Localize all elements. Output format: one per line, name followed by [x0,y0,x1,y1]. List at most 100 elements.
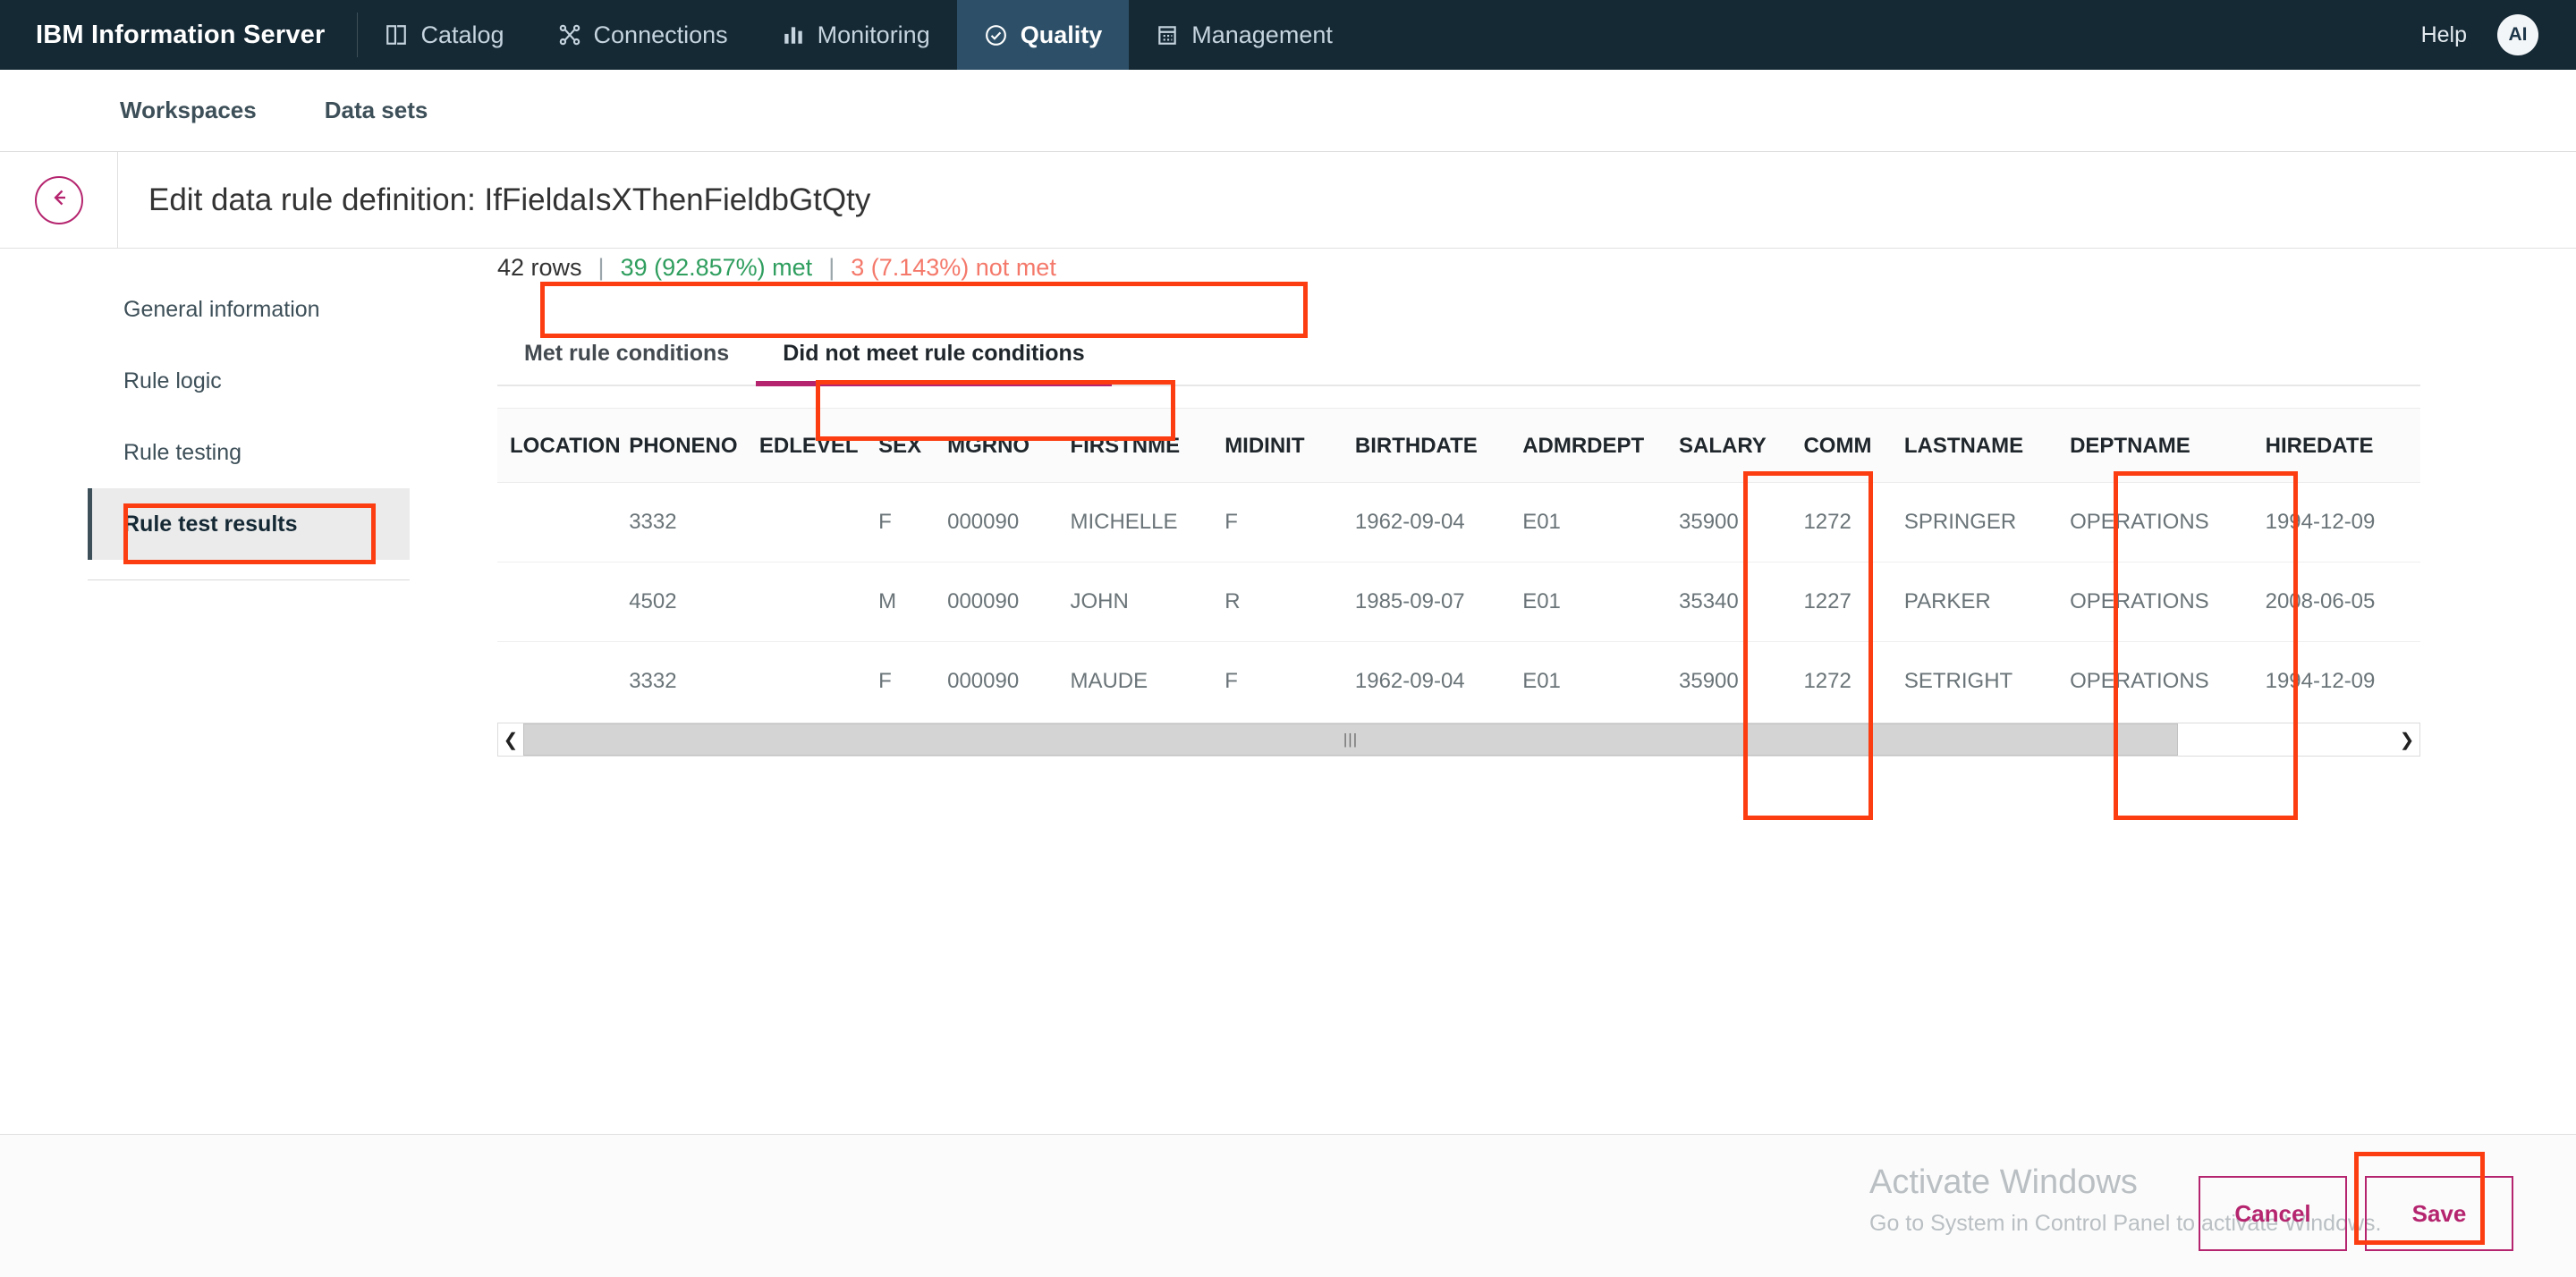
table-header-row: LOCATION PHONENO EDLEVEL SEX MGRNO FIRST… [497,409,2420,483]
column-header-deptname[interactable]: DEPTNAME [2057,409,2253,483]
column-header-comm[interactable]: COMM [1791,409,1892,483]
column-header-edlevel[interactable]: EDLEVEL [746,409,867,483]
cancel-button[interactable]: Cancel [2199,1176,2347,1251]
column-header-mgrno[interactable]: MGRNO [935,409,1058,483]
table-row[interactable]: 4502 M 000090 JOHN R 1985-09-07 E01 3534… [497,562,2420,642]
column-header-phoneno[interactable]: PHONENO [616,409,747,483]
cell-midinit: F [1212,482,1343,562]
cell-birthdate: 1962-09-04 [1354,669,1465,693]
cell-location [497,482,617,562]
table-row[interactable]: 3332 F 000090 MICHELLE F 1962-09-04 E01 … [497,482,2420,562]
cell-midinit: R [1212,562,1343,642]
results-summary: 42 rows | 39 (92.857%) met | 3 (7.143%) … [497,249,1056,282]
cell-firstnme: MICHELLE [1057,482,1213,562]
cell-phoneno: 3332 [629,669,677,693]
cell-mgrno: 000090 [947,669,1020,693]
nav-item-management[interactable]: Management [1129,0,1360,70]
cell-lastname: SETRIGHT [1903,669,2013,693]
summary-separator: | [828,254,835,281]
page-title-bar: Edit data rule definition: IfFieldaIsXTh… [0,152,2576,249]
horizontal-scrollbar[interactable]: ❮ ||| ❯ [497,723,2420,757]
cell-hiredate: 1994-12-09 [2265,669,2376,693]
sidebar-item-rule-test-results[interactable]: Rule test results [88,488,410,560]
column-header-salary[interactable]: SALARY [1666,409,1792,483]
back-button[interactable] [34,175,83,224]
column-header-location[interactable]: LOCATION [497,409,621,483]
nav-item-label: Quality [1020,21,1103,48]
subnav-item-workspaces[interactable]: Workspaces [120,97,257,124]
cell-firstnme: JOHN [1057,562,1213,642]
chevron-left-icon[interactable]: ❮ [498,723,523,756]
nav-item-connections[interactable]: Connections [531,0,755,70]
column-header-lastname[interactable]: LASTNAME [1891,409,2058,483]
cell-sex: F [866,482,936,562]
column-header-firstnme[interactable]: FIRSTNME [1057,409,1213,483]
help-link[interactable]: Help [2391,0,2497,70]
summary-separator: | [597,254,605,281]
nav-item-label: Monitoring [817,21,930,48]
cell-sex: F [878,669,892,693]
cell-edlevel [747,642,866,722]
nav-item-catalog[interactable]: Catalog [358,0,530,70]
cell-lastname: SPRINGER [1891,482,2058,562]
cell-phoneno: 4502 [616,562,747,642]
scrollbar-grip: ||| [1343,731,1359,748]
met-count: 39 (92.857%) met [620,254,813,281]
nav-item-monitoring[interactable]: Monitoring [755,0,957,70]
bar-chart-icon [782,23,805,47]
footer-bar: Activate Windows Go to System in Control… [0,1134,2576,1277]
cell-location [497,642,616,722]
left-sidebar: General information Rule logic Rule test… [0,249,497,1261]
sidebar-divider [88,579,410,580]
save-button[interactable]: Save [2365,1176,2513,1251]
cell-sex: M [866,562,936,642]
book-icon [385,23,408,47]
nav-item-label: Catalog [420,21,504,48]
cell-salary: 35900 [1666,482,1792,562]
cell-admrdept: E01 [1510,482,1667,562]
footer-actions: Cancel Save [2199,1176,2513,1251]
cell-lastname: PARKER [1891,562,2058,642]
cell-mgrno: 000090 [935,562,1058,642]
cell-location [497,562,617,642]
cell-admrdept: E01 [1510,562,1667,642]
cell-firstnme: MAUDE [1070,669,1148,693]
column-header-birthdate[interactable]: BIRTHDATE [1342,409,1511,483]
column-header-midinit[interactable]: MIDINIT [1212,409,1343,483]
subnav-item-data-sets[interactable]: Data sets [325,97,428,124]
check-circle-icon [984,23,1008,47]
results-tabs: Met rule conditions Did not meet rule co… [497,325,2420,386]
cell-edlevel [746,562,867,642]
nav-item-quality[interactable]: Quality [956,0,1130,70]
sidebar-item-general-information[interactable]: General information [88,274,410,345]
cell-admrdept: E01 [1522,669,1561,693]
column-header-sex[interactable]: SEX [866,409,936,483]
column-header-admrdept[interactable]: ADMRDEPT [1510,409,1667,483]
cell-birthdate: 1962-09-04 [1342,482,1511,562]
results-table-container: LOCATION PHONENO EDLEVEL SEX MGRNO FIRST… [497,408,2420,757]
scrollbar-track[interactable]: ||| [523,723,2394,756]
nav-item-label: Management [1191,21,1333,48]
avatar[interactable]: AI [2497,14,2538,55]
cell-comm: 1227 [1791,562,1892,642]
avatar-container: AI [2497,0,2576,70]
cell-hiredate: 2008-06-05 [2252,562,2420,642]
scrollbar-thumb[interactable]: ||| [523,723,2178,756]
tab-did-not-meet-rule-conditions[interactable]: Did not meet rule conditions [756,325,1112,386]
cell-salary: 35340 [1666,562,1792,642]
nav-item-label: Connections [593,21,728,48]
tab-met-rule-conditions[interactable]: Met rule conditions [497,325,756,385]
cell-comm: 1272 [1803,669,1852,693]
connections-icon [558,23,581,47]
cell-deptname: OPERATIONS [2057,482,2253,562]
cell-deptname: OPERATIONS [2070,669,2209,693]
sidebar-item-rule-testing[interactable]: Rule testing [88,417,410,488]
cell-mgrno: 000090 [935,482,1058,562]
sidebar-item-rule-logic[interactable]: Rule logic [88,345,410,417]
column-header-hiredate[interactable]: HIREDATE [2252,409,2420,483]
chevron-right-icon[interactable]: ❯ [2394,723,2419,756]
table-row[interactable]: 3332 F 000090 MAUDE F 1962-09-04 E01 359… [497,642,2420,722]
cell-hiredate: 1994-12-09 [2252,482,2420,562]
app-brand: IBM Information Server [36,20,326,49]
